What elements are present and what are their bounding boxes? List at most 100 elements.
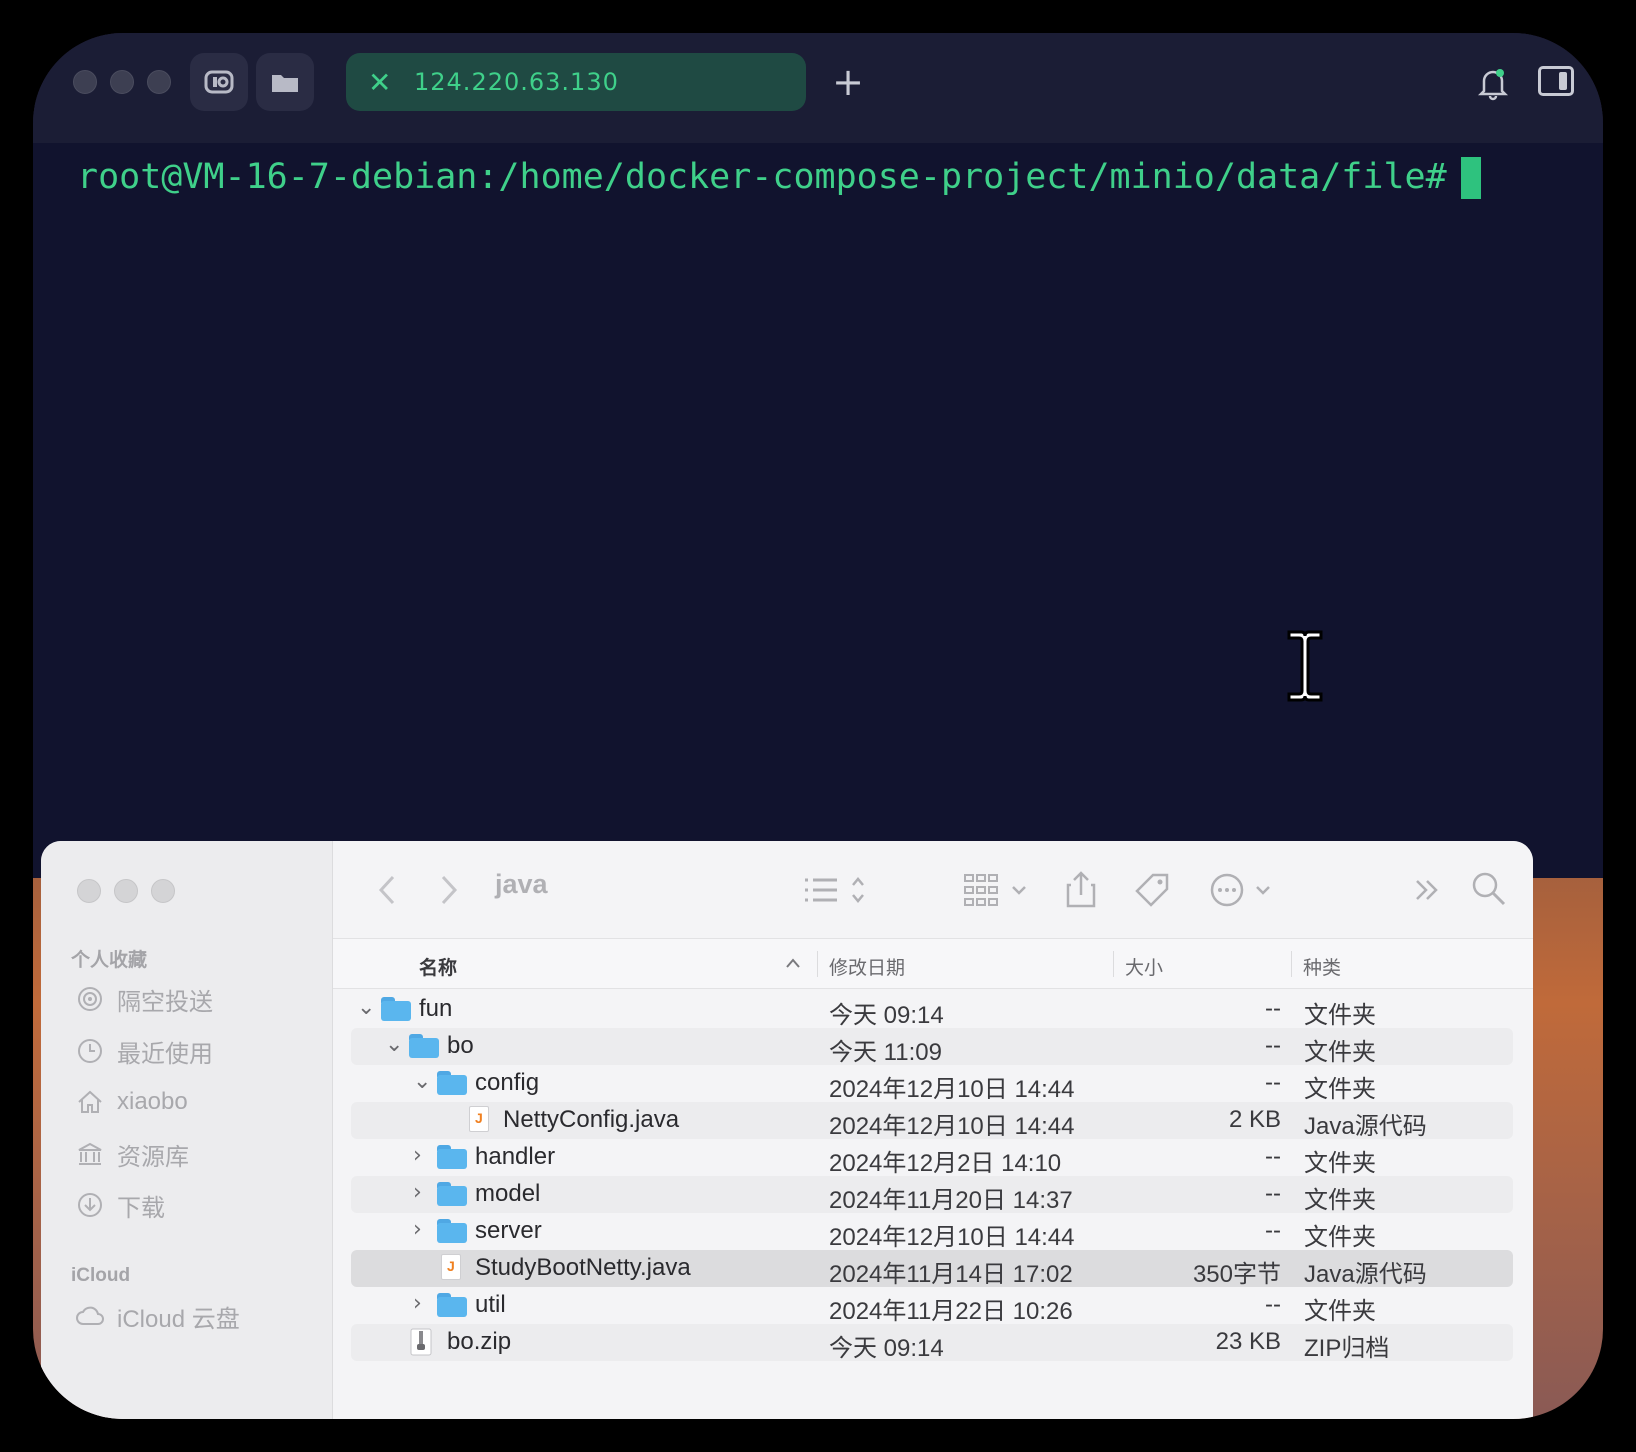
sidebar-item-downloads[interactable]: 下载 <box>75 1185 165 1225</box>
tab-close-icon[interactable]: ✕ <box>368 66 404 99</box>
file-row-bo-zip[interactable]: bo.zip 今天 09:14 23 KB ZIP归档 <box>351 1324 1513 1362</box>
tab-session[interactable]: ✕ 124.220.63.130 <box>346 53 806 111</box>
sftp-icon <box>204 70 234 94</box>
file-size: -- <box>1265 1291 1281 1318</box>
files-button[interactable] <box>256 53 314 111</box>
file-row-server[interactable]: › server 2024年12月10日 14:44 -- 文件夹 <box>351 1213 1513 1251</box>
sidebar-section-icloud: iCloud <box>71 1265 131 1286</box>
home-icon <box>78 1090 102 1113</box>
file-row-fun[interactable]: ⌄ fun 今天 09:14 -- 文件夹 <box>351 991 1513 1029</box>
file-row-util[interactable]: › util 2024年11月22日 10:26 -- 文件夹 <box>351 1287 1513 1325</box>
prompt-text: root@VM-16-7-debian:/home/docker-compose… <box>77 157 1447 197</box>
list-view-icon[interactable] <box>803 873 873 907</box>
file-row-studybootnetty[interactable]: StudyBootNetty.java 2024年11月14日 17:02 35… <box>351 1250 1513 1288</box>
disclosure-collapsed-icon[interactable]: › <box>413 1143 433 1171</box>
terminal-titlebar: ✕ 124.220.63.130 + <box>33 33 1603 143</box>
group-icon[interactable] <box>963 871 1033 909</box>
terminal-window: ✕ 124.220.63.130 + root@VM-16-7-debian:/… <box>33 33 1603 878</box>
column-date[interactable]: 修改日期 <box>829 953 905 980</box>
folder-icon <box>272 75 298 92</box>
file-date: 2024年12月10日 14:44 <box>829 1113 1075 1140</box>
terminal-prompt-line[interactable]: root@VM-16-7-debian:/home/docker-compose… <box>77 157 1481 199</box>
folder-icon <box>381 995 411 1023</box>
file-size: 23 KB <box>1215 1328 1281 1355</box>
file-row-bo[interactable]: ⌄ bo 今天 11:09 -- 文件夹 <box>351 1028 1513 1066</box>
library-icon <box>78 1142 102 1165</box>
file-size: -- <box>1265 1217 1281 1244</box>
sidebar-item-label: xiaobo <box>117 1088 188 1115</box>
file-name: util <box>475 1291 506 1318</box>
folder-icon <box>437 1217 467 1245</box>
more-actions-icon[interactable] <box>1209 871 1279 909</box>
download-icon <box>78 1193 102 1217</box>
column-header: 名称 修改日期 大小 种类 <box>333 939 1533 989</box>
file-size: -- <box>1265 1032 1281 1059</box>
sidebar-item-library[interactable]: 资源库 <box>75 1134 189 1174</box>
finder-toolbar: java <box>333 841 1533 939</box>
airdrop-icon <box>78 987 102 1011</box>
disclosure-collapsed-icon[interactable]: › <box>413 1217 433 1245</box>
clock-icon <box>78 1039 102 1063</box>
overflow-icon[interactable] <box>1413 875 1443 905</box>
file-size: -- <box>1265 1069 1281 1096</box>
column-name[interactable]: 名称 <box>419 953 457 980</box>
folder-icon <box>437 1180 467 1208</box>
search-icon[interactable] <box>1471 871 1507 907</box>
window-title: java <box>495 869 548 899</box>
file-date: 2024年12月10日 14:44 <box>829 1224 1075 1251</box>
disclosure-expanded-icon[interactable]: ⌄ <box>385 1032 405 1060</box>
file-name: handler <box>475 1143 556 1170</box>
file-kind: 文件夹 <box>1304 1298 1376 1325</box>
file-row-nettyconfig[interactable]: NettyConfig.java 2024年12月10日 14:44 2 KB … <box>351 1102 1513 1140</box>
file-date: 2024年11月20日 14:37 <box>829 1187 1073 1214</box>
file-row-handler[interactable]: › handler 2024年12月2日 14:10 -- 文件夹 <box>351 1139 1513 1177</box>
sidebar-item-recents[interactable]: 最近使用 <box>75 1031 213 1071</box>
sidebar-item-label: 下载 <box>117 1194 165 1222</box>
sidebar-item-home[interactable]: xiaobo <box>75 1082 188 1122</box>
sidebar-item-label: 隔空投送 <box>117 988 213 1016</box>
disclosure-collapsed-icon[interactable]: › <box>413 1180 433 1208</box>
close-button[interactable] <box>73 70 97 94</box>
zip-file-icon <box>409 1328 439 1356</box>
sidebar-item-airdrop[interactable]: 隔空投送 <box>75 979 213 1019</box>
zoom-button[interactable] <box>147 70 171 94</box>
sidebar-toggle-icon[interactable] <box>1538 66 1574 96</box>
file-size: 2 KB <box>1228 1106 1281 1133</box>
finder-sidebar: 个人收藏 隔空投送 最近使用 xiaobo 资源库 下载 iCloud iClo… <box>41 841 333 1419</box>
disclosure-expanded-icon[interactable]: ⌄ <box>413 1069 433 1097</box>
file-row-model[interactable]: › model 2024年11月20日 14:37 -- 文件夹 <box>351 1176 1513 1214</box>
disclosure-collapsed-icon[interactable]: › <box>413 1291 433 1319</box>
finder-zoom-button[interactable] <box>151 879 175 903</box>
file-size: 350字节 <box>1192 1261 1281 1288</box>
finder-close-button[interactable] <box>77 879 101 903</box>
file-kind: 文件夹 <box>1304 1076 1376 1103</box>
java-file-icon <box>465 1106 495 1134</box>
share-icon[interactable] <box>1065 869 1097 909</box>
finder-minimize-button[interactable] <box>114 879 138 903</box>
file-date: 2024年11月22日 10:26 <box>829 1298 1073 1325</box>
tag-icon[interactable] <box>1133 871 1171 909</box>
bell-icon[interactable] <box>1473 63 1513 103</box>
column-size[interactable]: 大小 <box>1125 953 1163 980</box>
file-size: -- <box>1265 995 1281 1022</box>
sidebar-item-icloud-drive[interactable]: iCloud 云盘 <box>75 1296 240 1336</box>
new-tab-button[interactable]: + <box>828 57 868 107</box>
sort-ascending-icon <box>786 958 800 968</box>
file-name: NettyConfig.java <box>503 1106 680 1133</box>
sidebar-item-label: 最近使用 <box>117 1040 213 1068</box>
sidebar-item-label: iCloud 云盘 <box>117 1305 240 1333</box>
file-kind: 文件夹 <box>1304 1187 1376 1214</box>
disclosure-expanded-icon[interactable]: ⌄ <box>357 995 377 1023</box>
terminal-cursor <box>1460 157 1481 199</box>
sftp-button[interactable] <box>190 53 248 111</box>
column-kind[interactable]: 种类 <box>1303 953 1341 980</box>
forward-icon[interactable] <box>437 873 461 907</box>
file-kind: 文件夹 <box>1304 1002 1376 1029</box>
screen-frame: ✕ 124.220.63.130 + root@VM-16-7-debian:/… <box>33 33 1603 1419</box>
file-row-config[interactable]: ⌄ config 2024年12月10日 14:44 -- 文件夹 <box>351 1065 1513 1103</box>
back-icon[interactable] <box>375 873 399 907</box>
file-date: 2024年12月2日 14:10 <box>829 1150 1062 1177</box>
file-kind: ZIP归档 <box>1304 1335 1390 1362</box>
minimize-button[interactable] <box>110 70 134 94</box>
java-file-icon <box>437 1254 467 1282</box>
